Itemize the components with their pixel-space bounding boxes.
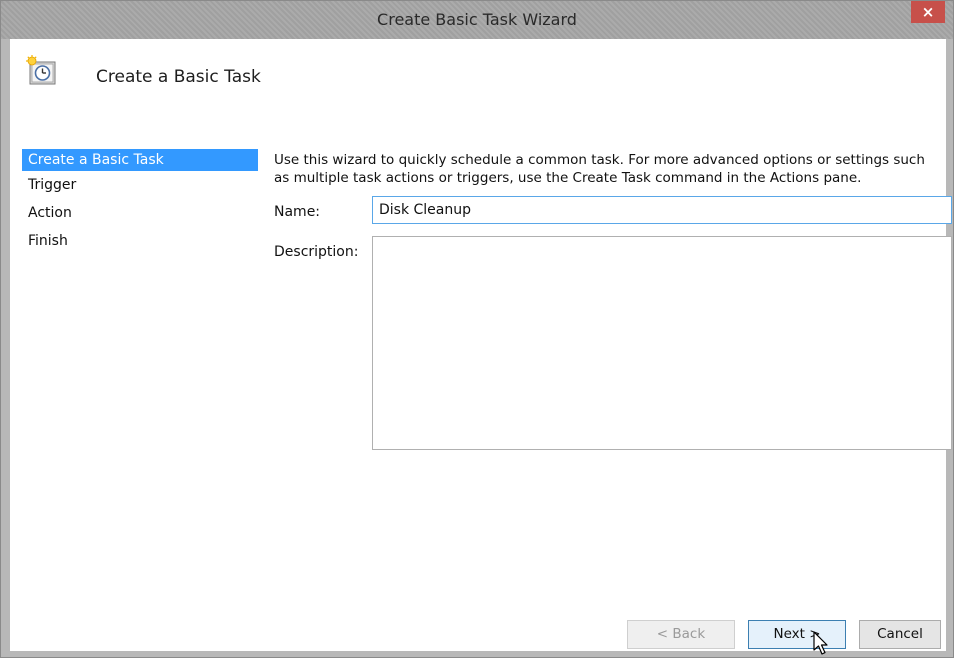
window-title: Create Basic Task Wizard — [377, 10, 577, 29]
intro-text: Use this wizard to quickly schedule a co… — [274, 152, 925, 186]
wizard-steps-list: Create a Basic Task Trigger Action Finis… — [22, 149, 258, 257]
wizard-header: Create a Basic Task — [10, 39, 946, 121]
step-trigger[interactable]: Trigger — [22, 173, 258, 201]
description-input[interactable] — [372, 236, 952, 450]
cancel-button[interactable]: Cancel — [859, 620, 941, 649]
close-icon: × — [921, 3, 935, 21]
wizard-window: Create Basic Task Wizard × Create a Basi… — [0, 0, 954, 658]
step-action[interactable]: Action — [22, 201, 258, 229]
name-input[interactable] — [372, 196, 952, 224]
back-button[interactable]: < Back — [627, 620, 735, 649]
next-button[interactable]: Next > — [748, 620, 846, 649]
mouse-pointer-icon — [813, 631, 828, 655]
title-bar[interactable]: Create Basic Task Wizard × — [1, 1, 953, 39]
description-label: Description: — [274, 244, 359, 260]
header-title: Create a Basic Task — [96, 67, 261, 87]
close-button[interactable]: × — [911, 1, 945, 23]
scheduled-task-clock-icon — [26, 55, 56, 85]
step-create-basic-task[interactable]: Create a Basic Task — [22, 149, 258, 171]
wizard-content: Use this wizard to quickly schedule a co… — [274, 151, 944, 187]
name-label: Name: — [274, 204, 321, 220]
wizard-client-area: Create a Basic Task Create a Basic Task … — [10, 39, 952, 655]
step-finish[interactable]: Finish — [22, 229, 258, 257]
